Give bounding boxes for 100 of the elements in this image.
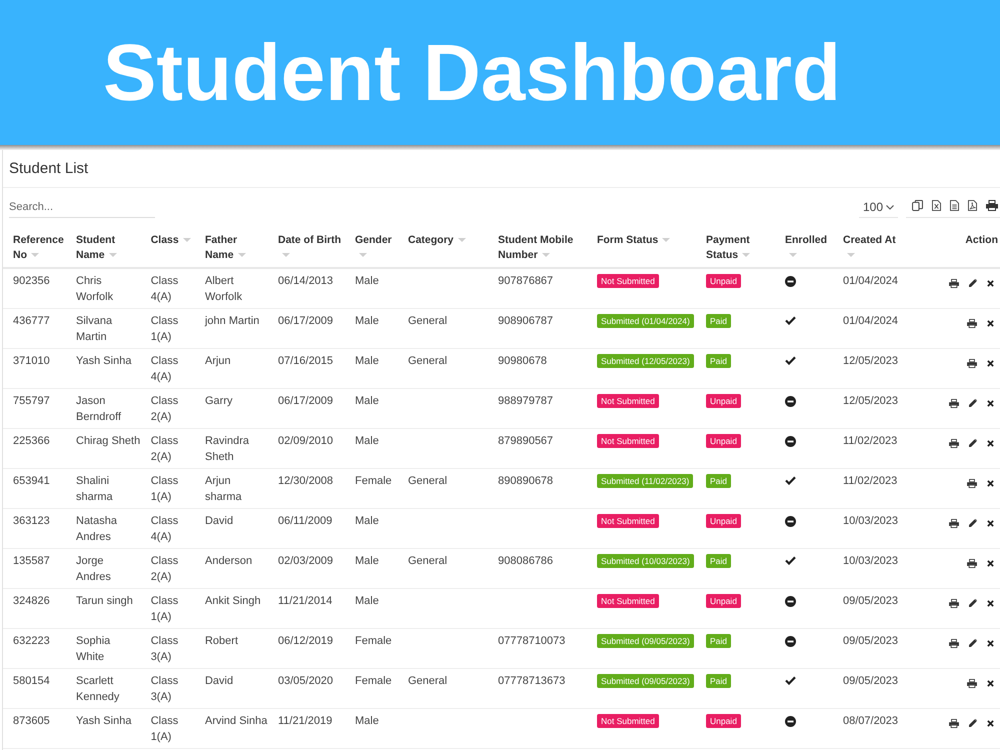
delete-icon[interactable]: [987, 680, 994, 687]
delete-icon[interactable]: [987, 280, 994, 287]
delete-icon[interactable]: [987, 720, 994, 727]
print-icon[interactable]: [949, 278, 959, 288]
table-cell: 07778713673: [488, 668, 587, 708]
table-cell: 09/05/2023: [832, 628, 903, 668]
column-header[interactable]: Payment Status: [696, 226, 775, 268]
column-header[interactable]: Form Status: [586, 226, 696, 268]
pencil-icon[interactable]: [969, 599, 977, 608]
pencil-icon[interactable]: [969, 519, 977, 528]
column-header[interactable]: Class: [140, 226, 195, 268]
form-status-badge: Submitted (01/04/2024): [596, 314, 694, 328]
payment-status-badge: Paid: [706, 474, 731, 488]
delete-icon[interactable]: [987, 520, 994, 527]
print-icon[interactable]: [967, 558, 977, 568]
table-cell: 653941: [3, 468, 66, 508]
document-icon[interactable]: [950, 200, 959, 211]
table-cell: 632223: [3, 628, 66, 668]
print-icon[interactable]: [949, 718, 959, 728]
table-cell: Garry: [194, 388, 268, 428]
excel-file-icon[interactable]: [932, 200, 941, 211]
page-size-select[interactable]: 100: [858, 200, 898, 218]
table-cell: 07778710073: [488, 628, 587, 668]
print-icon[interactable]: [949, 518, 959, 528]
column-header[interactable]: Student Mobile Number: [488, 226, 587, 268]
column-header[interactable]: Created At: [832, 226, 903, 268]
payment-status-badge: Paid: [706, 634, 731, 648]
column-header: Action: [902, 226, 1000, 268]
form-status-badge: Submitted (09/05/2023): [596, 674, 694, 688]
column-header[interactable]: Father Name: [194, 226, 268, 268]
table-cell: Class 2(A): [140, 388, 195, 428]
pencil-icon[interactable]: [969, 439, 977, 448]
table-cell: General: [398, 348, 488, 388]
column-header[interactable]: Gender: [344, 226, 398, 268]
print-icon[interactable]: [967, 678, 977, 688]
print-icon[interactable]: [967, 358, 977, 368]
form-status-badge: Not Submitted: [596, 514, 659, 528]
table-cell: 363123: [3, 508, 66, 548]
form-status-badge: Not Submitted: [596, 594, 659, 608]
table-cell: Male: [344, 268, 398, 308]
delete-icon[interactable]: [987, 360, 994, 367]
table-cell: Male: [344, 508, 398, 548]
pencil-icon[interactable]: [969, 399, 977, 408]
column-header[interactable]: Student Name: [66, 226, 141, 268]
delete-icon[interactable]: [987, 600, 994, 607]
form-status-badge: Submitted (11/02/2023): [596, 474, 694, 488]
pencil-icon[interactable]: [969, 719, 977, 728]
table-cell: Chirag Sheth: [66, 428, 141, 468]
table-cell: 06/12/2019: [268, 628, 345, 668]
column-header[interactable]: Category: [398, 226, 488, 268]
table-cell: Female: [344, 668, 398, 708]
table-cell: 03/05/2020: [268, 668, 345, 708]
table-cell: Male: [344, 348, 398, 388]
column-header[interactable]: Enrolled: [774, 226, 833, 268]
print-icon[interactable]: [949, 398, 959, 408]
table-cell: Arjun sharma: [194, 468, 268, 508]
table-cell: 879890567: [488, 428, 587, 468]
table-cell: Jorge Andres: [66, 548, 141, 588]
print-icon[interactable]: [949, 638, 959, 648]
column-header[interactable]: Reference No: [3, 226, 66, 268]
form-status-badge: Submitted (10/03/2023): [596, 554, 694, 568]
table-cell: 09/05/2023: [832, 668, 903, 708]
form-status-badge: Submitted (09/05/2023): [596, 634, 694, 648]
table-cell: Class 4(A): [140, 508, 195, 548]
payment-status-badge: Unpaid: [706, 594, 741, 608]
table-cell: Female: [344, 468, 398, 508]
print-icon[interactable]: [967, 478, 977, 488]
table-cell: Class 1(A): [140, 588, 195, 628]
pencil-icon[interactable]: [969, 279, 977, 288]
table-cell: 11/21/2019: [268, 708, 345, 748]
table-cell: Male: [344, 548, 398, 588]
print-icon[interactable]: [949, 438, 959, 448]
table-cell: 09/05/2023: [832, 588, 903, 628]
print-icon[interactable]: [986, 200, 998, 211]
table-cell: 988979787: [488, 388, 587, 428]
table-cell: Arjun: [194, 348, 268, 388]
table-cell: 902356: [3, 268, 66, 308]
copy-icon[interactable]: [912, 200, 923, 211]
print-icon[interactable]: [949, 598, 959, 608]
table-cell: 12/05/2023: [832, 348, 903, 388]
delete-icon[interactable]: [987, 400, 994, 407]
delete-icon[interactable]: [987, 440, 994, 447]
payment-status-badge: Unpaid: [706, 714, 741, 728]
delete-icon[interactable]: [987, 560, 994, 567]
search-field[interactable]: Search...: [9, 197, 155, 218]
delete-icon[interactable]: [987, 320, 994, 327]
table-cell: john Martin: [194, 308, 268, 348]
table-cell: Male: [344, 708, 398, 748]
table-cell: 08/07/2023: [832, 708, 903, 748]
pencil-icon[interactable]: [969, 639, 977, 648]
card-title: Student List: [9, 160, 88, 177]
delete-icon[interactable]: [987, 640, 994, 647]
print-icon[interactable]: [967, 318, 977, 328]
delete-icon[interactable]: [987, 480, 994, 487]
table-cell: Class 1(A): [140, 308, 195, 348]
table-cell: 06/11/2009: [268, 508, 345, 548]
table-cell: 225366: [3, 428, 66, 468]
column-header[interactable]: Date of Birth: [268, 226, 345, 268]
pdf-file-icon[interactable]: [968, 200, 977, 211]
table-cell: 06/14/2013: [268, 268, 345, 308]
